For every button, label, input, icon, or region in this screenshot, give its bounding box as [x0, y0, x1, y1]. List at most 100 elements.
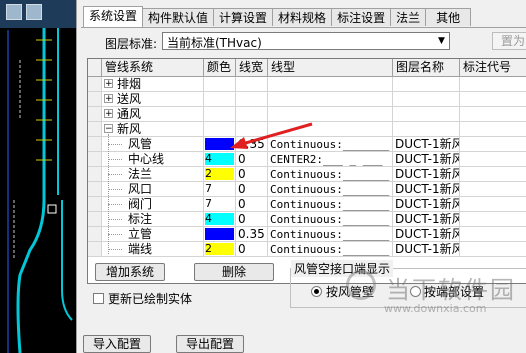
color-cell[interactable]: 2: [204, 167, 236, 182]
label-code-cell[interactable]: [460, 92, 526, 107]
row-indicator[interactable]: [88, 107, 102, 122]
label-code-cell[interactable]: [460, 227, 526, 242]
radio-by-duct-wall[interactable]: [311, 286, 322, 297]
line-width-cell[interactable]: 0: [236, 182, 268, 197]
label-code-cell[interactable]: [460, 242, 526, 257]
line-type-cell[interactable]: Continuous:_______: [268, 242, 393, 257]
system-name-cell[interactable]: + 通风: [102, 107, 204, 122]
system-name-cell[interactable]: 标注: [102, 212, 204, 227]
color-cell[interactable]: [204, 77, 236, 92]
layer-name-cell[interactable]: DUCT-1新风管端线: [393, 242, 460, 257]
header-pipe-system[interactable]: 管线系统: [102, 59, 204, 76]
tab-calc-settings[interactable]: 计算设置: [213, 8, 274, 26]
add-system-button[interactable]: 增加系统: [95, 263, 165, 281]
system-name-cell[interactable]: 端线: [102, 242, 204, 257]
table-row[interactable]: 标注 40Continuous:_______DUCT-1新风标注: [88, 212, 526, 227]
layer-name-cell[interactable]: DUCT-1新风标注: [393, 212, 460, 227]
label-code-cell[interactable]: [460, 107, 526, 122]
system-name-cell[interactable]: 风口: [102, 182, 204, 197]
tab-system-settings[interactable]: 系统设置: [83, 6, 144, 27]
line-width-cell[interactable]: 0: [236, 197, 268, 212]
layer-name-cell[interactable]: DUCT-1新风管: [393, 137, 460, 152]
label-code-cell[interactable]: [460, 152, 526, 167]
line-width-cell[interactable]: [236, 92, 268, 107]
system-name-cell[interactable]: 立管: [102, 227, 204, 242]
row-indicator[interactable]: [88, 167, 102, 182]
expand-icon[interactable]: +: [104, 94, 113, 104]
layer-name-cell[interactable]: [393, 92, 460, 107]
update-drawn-checkbox[interactable]: [93, 293, 104, 304]
header-label-code[interactable]: 标注代号: [460, 59, 526, 76]
tab-flange[interactable]: 法兰: [390, 8, 427, 26]
line-width-cell[interactable]: 0: [236, 212, 268, 227]
label-code-cell[interactable]: [460, 122, 526, 137]
delete-button[interactable]: 删除: [194, 263, 274, 281]
layer-name-cell[interactable]: DUCT-1新风法兰: [393, 167, 460, 182]
layer-name-cell[interactable]: DUCT-1新风风口: [393, 182, 460, 197]
header-color[interactable]: 颜色: [204, 59, 236, 76]
tab-annotation-settings[interactable]: 标注设置: [331, 8, 392, 26]
color-cell[interactable]: 2: [204, 242, 236, 257]
system-name-cell[interactable]: + 排烟: [102, 77, 204, 92]
line-width-cell[interactable]: [236, 77, 268, 92]
expand-icon[interactable]: +: [104, 109, 113, 119]
line-type-cell[interactable]: Continuous:_______: [268, 227, 393, 242]
layer-name-cell[interactable]: DUCT-1新风阀门: [393, 197, 460, 212]
pipe-system-table[interactable]: 管线系统 颜色 线宽 线型 图层名称 标注代号 + 排烟 + 送风 + 通风 − 新风 风管 0.…: [87, 58, 526, 284]
row-indicator[interactable]: [88, 152, 102, 167]
label-code-cell[interactable]: [460, 137, 526, 152]
label-code-cell[interactable]: [460, 77, 526, 92]
row-indicator[interactable]: [88, 92, 102, 107]
system-name-cell[interactable]: 阀门: [102, 197, 204, 212]
tab-other[interactable]: 其他: [425, 8, 472, 26]
line-width-cell[interactable]: 0.35: [236, 227, 268, 242]
cad-drawing-area[interactable]: [0, 0, 76, 353]
row-indicator[interactable]: [88, 137, 102, 152]
row-indicator[interactable]: [88, 242, 102, 257]
import-config-button[interactable]: 导入配置: [83, 335, 151, 353]
layer-name-cell[interactable]: [393, 122, 460, 137]
color-cell[interactable]: 7: [204, 182, 236, 197]
expand-icon[interactable]: +: [104, 79, 113, 89]
row-indicator[interactable]: [88, 197, 102, 212]
system-name-cell[interactable]: − 新风: [102, 122, 204, 137]
tab-material-specs[interactable]: 材料规格: [272, 8, 333, 26]
line-width-cell[interactable]: 0: [236, 167, 268, 182]
header-layer-name[interactable]: 图层名称: [393, 59, 460, 76]
color-cell[interactable]: [204, 227, 236, 242]
radio-by-end-setting[interactable]: [410, 286, 421, 297]
layer-name-cell[interactable]: DUCT-1新风中心线: [393, 152, 460, 167]
label-code-cell[interactable]: [460, 197, 526, 212]
export-config-button[interactable]: 导出配置: [176, 335, 244, 353]
header-line-type[interactable]: 线型: [268, 59, 393, 76]
collapse-icon[interactable]: −: [104, 124, 113, 134]
system-name-cell[interactable]: + 送风: [102, 92, 204, 107]
layer-name-cell[interactable]: [393, 77, 460, 92]
system-name-cell[interactable]: 风管: [102, 137, 204, 152]
color-cell[interactable]: [204, 92, 236, 107]
header-line-width[interactable]: 线宽: [236, 59, 268, 76]
layer-standard-select[interactable]: 当前标准(THvac) ▼: [162, 32, 450, 50]
row-indicator[interactable]: [88, 77, 102, 92]
label-code-cell[interactable]: [460, 182, 526, 197]
system-name-cell[interactable]: 法兰: [102, 167, 204, 182]
row-indicator[interactable]: [88, 227, 102, 242]
line-type-cell[interactable]: Continuous:_______: [268, 182, 393, 197]
label-code-cell[interactable]: [460, 212, 526, 227]
table-row[interactable]: 立管 0.35Continuous:_______DUCT-1新风管立管: [88, 227, 526, 242]
table-row[interactable]: 法兰 20Continuous:_______DUCT-1新风法兰: [88, 167, 526, 182]
line-type-cell[interactable]: [268, 92, 393, 107]
table-row[interactable]: 阀门 7 0Continuous:_______DUCT-1新风阀门: [88, 197, 526, 212]
line-width-cell[interactable]: 0: [236, 242, 268, 257]
line-type-cell[interactable]: Continuous:_______: [268, 212, 393, 227]
row-indicator[interactable]: [88, 182, 102, 197]
set-as-current-button[interactable]: 置为当: [492, 32, 526, 50]
chevron-down-icon[interactable]: ▼: [434, 33, 449, 49]
table-row[interactable]: 风口 7 0Continuous:_______DUCT-1新风风口: [88, 182, 526, 197]
row-indicator[interactable]: [88, 212, 102, 227]
tab-component-defaults[interactable]: 构件默认值: [142, 8, 215, 26]
label-code-cell[interactable]: [460, 167, 526, 182]
layer-name-cell[interactable]: DUCT-1新风管立管: [393, 227, 460, 242]
table-row[interactable]: + 排烟: [88, 77, 526, 92]
table-row[interactable]: 端线 20Continuous:_______DUCT-1新风管端线: [88, 242, 526, 257]
